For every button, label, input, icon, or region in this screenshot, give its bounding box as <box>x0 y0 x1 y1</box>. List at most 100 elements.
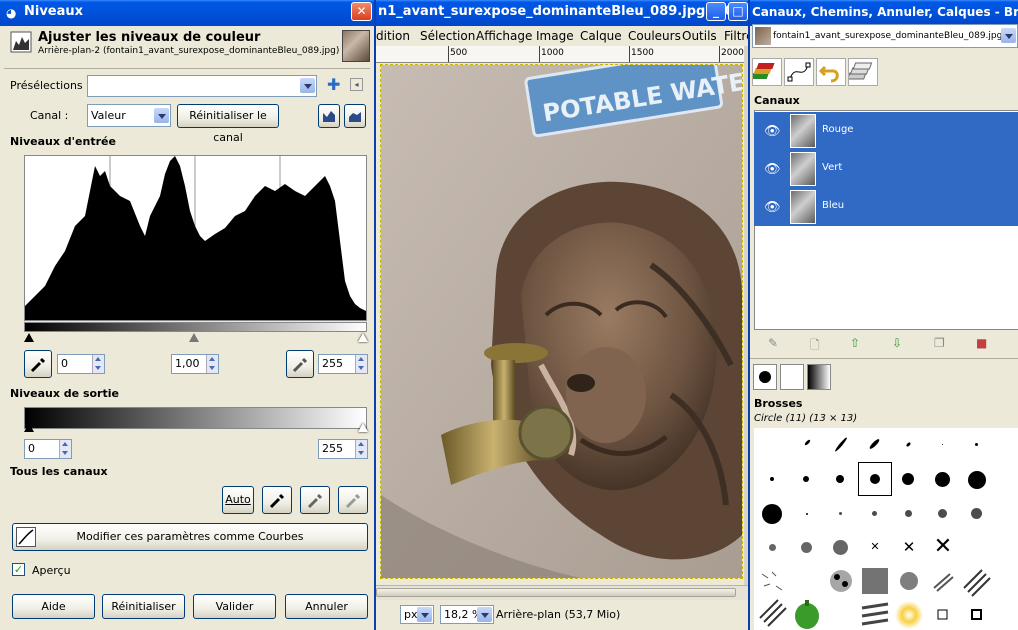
gamma-field[interactable]: 1,00 <box>171 354 219 374</box>
raise-channel-icon[interactable]: ⇧ <box>850 336 860 350</box>
close-button[interactable]: ✕ <box>351 2 372 21</box>
brush-cell[interactable] <box>824 530 858 564</box>
pepper-brush[interactable] <box>790 598 824 630</box>
brush-cell[interactable] <box>960 428 994 462</box>
brush-cell[interactable] <box>790 530 824 564</box>
spin-arrows-icon[interactable] <box>355 440 367 458</box>
pick-black-all-button[interactable] <box>262 486 292 514</box>
brush-cell-selected[interactable] <box>858 462 892 496</box>
help-button[interactable]: Aide <box>12 594 95 619</box>
minimize-button[interactable]: _ <box>706 2 726 21</box>
edit-channel-icon[interactable]: ✎ <box>768 336 778 350</box>
menu-image[interactable]: Image <box>536 29 574 43</box>
presets-combo[interactable] <box>87 75 317 97</box>
reset-channel-button[interactable]: Réinitialiser le canal <box>177 104 279 144</box>
pick-black-point-button[interactable] <box>24 350 52 378</box>
input-low-field[interactable]: 0 <box>57 354 105 374</box>
menu-colors[interactable]: Couleurs <box>628 29 681 43</box>
brush-cell[interactable] <box>892 564 926 598</box>
tab-paths[interactable] <box>784 58 814 86</box>
output-high-slider[interactable] <box>358 423 368 432</box>
brush-cell[interactable] <box>756 598 790 630</box>
channel-row-blue[interactable]: 👁 Bleu <box>754 188 1018 226</box>
visibility-eye-icon[interactable]: 👁 <box>764 200 781 215</box>
levels-titlebar[interactable]: ◕ Niveaux ✕ <box>0 0 374 26</box>
menu-tools[interactable]: Outils <box>682 29 717 43</box>
brush-cell[interactable] <box>960 462 994 496</box>
menu-select[interactable]: Sélection <box>420 29 475 43</box>
pick-gray-all-button[interactable] <box>300 486 330 514</box>
tab-channels[interactable] <box>847 58 878 86</box>
brush-cell[interactable] <box>892 496 926 530</box>
tab-layers[interactable] <box>750 58 782 86</box>
output-low-field[interactable]: 0 <box>24 439 72 459</box>
brush-cell[interactable] <box>892 428 926 462</box>
brush-cell[interactable]: ✕ <box>926 530 960 564</box>
channel-row-red[interactable]: 👁 Rouge <box>754 112 1018 150</box>
input-low-slider[interactable] <box>24 333 34 342</box>
ok-button[interactable]: Valider <box>193 594 276 619</box>
brush-cell[interactable] <box>790 428 824 462</box>
brush-cell[interactable] <box>960 598 994 630</box>
brush-cell[interactable] <box>756 496 790 530</box>
spin-arrows-icon[interactable] <box>92 355 104 373</box>
tab-gradients[interactable] <box>807 364 831 390</box>
brush-cell[interactable] <box>824 496 858 530</box>
channel-combo[interactable]: Valeur <box>87 104 171 127</box>
brush-cell[interactable] <box>824 428 858 462</box>
tab-undo[interactable] <box>816 58 846 86</box>
lower-channel-icon[interactable]: ⇩ <box>892 336 902 350</box>
brush-cell[interactable] <box>858 598 892 630</box>
spin-arrows-icon[interactable] <box>355 355 367 373</box>
pick-white-all-button[interactable] <box>338 486 368 514</box>
output-high-field[interactable]: 255 <box>318 439 368 459</box>
tab-patterns[interactable] <box>780 364 804 390</box>
brush-cell[interactable] <box>790 462 824 496</box>
brush-cell[interactable] <box>960 564 994 598</box>
image-canvas[interactable]: POTABLE WATER <box>380 64 743 579</box>
brush-cell[interactable] <box>926 462 960 496</box>
output-low-slider[interactable] <box>24 423 34 432</box>
menu-edit[interactable]: dition <box>376 29 410 43</box>
maximize-button[interactable]: □ <box>728 2 748 21</box>
edit-as-curves-button[interactable]: Modifier ces paramètres comme Courbes <box>12 523 368 551</box>
brush-cell[interactable] <box>824 462 858 496</box>
visibility-eye-icon[interactable]: 👁 <box>764 162 781 177</box>
brush-cell[interactable] <box>756 564 790 598</box>
preview-checkbox[interactable]: ✓ <box>12 563 25 576</box>
menu-filters[interactable]: Filtre <box>724 29 748 43</box>
menu-layer[interactable]: Calque <box>580 29 622 43</box>
dock-titlebar[interactable]: Canaux, Chemins, Annuler, Calques - Bros… <box>750 0 1018 26</box>
new-channel-icon[interactable]: 🗋 <box>810 336 820 357</box>
brush-cell[interactable] <box>824 564 858 598</box>
auto-button[interactable]: Auto <box>222 486 254 514</box>
cancel-button[interactable]: Annuler <box>285 594 368 619</box>
gamma-slider[interactable] <box>189 333 199 342</box>
add-preset-icon[interactable]: ✚ <box>327 77 340 93</box>
linear-histogram-button[interactable] <box>318 104 340 128</box>
channel-row-green[interactable]: 👁 Vert <box>754 150 1018 188</box>
input-high-slider[interactable] <box>358 333 368 342</box>
brush-cell[interactable] <box>858 428 892 462</box>
brush-cell[interactable] <box>790 496 824 530</box>
brush-cell[interactable] <box>756 462 790 496</box>
log-histogram-button[interactable] <box>344 104 366 128</box>
preset-menu-icon[interactable]: ◂ <box>350 78 363 91</box>
pick-white-point-button[interactable] <box>286 350 314 378</box>
brush-cell[interactable] <box>892 462 926 496</box>
brush-cell[interactable] <box>960 496 994 530</box>
unit-selector[interactable]: px <box>400 605 434 624</box>
brush-cell[interactable] <box>926 428 960 462</box>
image-window-titlebar[interactable]: n1_avant_surexpose_dominanteBleu_089.jpg… <box>376 0 748 26</box>
duplicate-channel-icon[interactable]: ❐ <box>934 336 945 350</box>
brush-cell[interactable]: ✕ <box>892 530 926 564</box>
brush-cell[interactable]: ✕ <box>858 530 892 564</box>
brush-cell[interactable] <box>756 530 790 564</box>
spin-arrows-icon[interactable] <box>206 355 218 373</box>
input-high-field[interactable]: 255 <box>318 354 368 374</box>
tab-brushes[interactable] <box>753 364 777 390</box>
menu-view[interactable]: Affichage <box>476 29 532 43</box>
spin-arrows-icon[interactable] <box>59 440 71 458</box>
sun-brush[interactable] <box>892 598 926 630</box>
brush-cell[interactable] <box>926 564 960 598</box>
